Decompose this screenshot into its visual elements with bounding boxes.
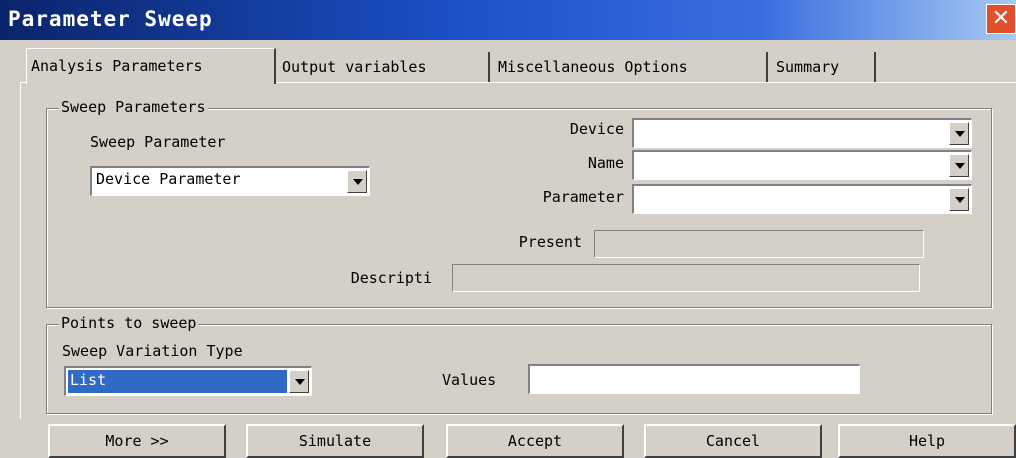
- close-button[interactable]: ✕: [986, 4, 1016, 34]
- cancel-button[interactable]: Cancel: [644, 424, 822, 458]
- sweep-variation-type-value: List: [68, 370, 287, 393]
- close-icon: ✕: [991, 6, 1011, 31]
- chevron-down-icon[interactable]: [347, 170, 367, 193]
- tab-label: Miscellaneous Options: [498, 58, 688, 76]
- sweep-variation-type-select[interactable]: List: [64, 366, 312, 396]
- points-to-sweep-title: Points to sweep: [59, 314, 199, 332]
- sweep-parameter-label: Sweep Parameter: [90, 133, 226, 151]
- name-label: Name: [587, 154, 624, 172]
- title-bar: Parameter Sweep ✕: [0, 0, 1016, 40]
- chevron-down-icon[interactable]: [949, 188, 969, 211]
- sweep-parameter-select[interactable]: Device Parameter: [90, 166, 370, 196]
- present-label: Present: [518, 233, 582, 251]
- tab-label: Analysis Parameters: [31, 57, 203, 75]
- chevron-down-icon[interactable]: [949, 122, 969, 145]
- accept-button[interactable]: Accept: [446, 424, 624, 458]
- sweep-parameter-value: Device Parameter: [96, 170, 241, 188]
- tab-analysis-parameters[interactable]: Analysis Parameters: [26, 48, 276, 84]
- chevron-down-icon[interactable]: [289, 370, 309, 393]
- parameter-select[interactable]: [632, 184, 972, 214]
- more-button[interactable]: More >>: [48, 424, 226, 458]
- tab-miscellaneous-options[interactable]: Miscellaneous Options: [494, 52, 768, 82]
- tab-label: Summary: [776, 58, 840, 76]
- parameter-label: Parameter: [542, 188, 624, 206]
- present-value-field: [594, 230, 924, 258]
- sweep-variation-type-label: Sweep Variation Type: [62, 342, 243, 360]
- description-value-field: [452, 264, 920, 292]
- device-select[interactable]: [632, 118, 972, 148]
- values-label: Values: [442, 371, 497, 389]
- help-button[interactable]: Help: [838, 424, 1016, 458]
- window-title: Parameter Sweep: [8, 7, 213, 31]
- tab-output-variables[interactable]: Output variables: [278, 52, 490, 82]
- description-label: Descripti: [350, 269, 432, 287]
- name-select[interactable]: [632, 150, 972, 180]
- device-label: Device: [569, 120, 624, 138]
- tab-summary[interactable]: Summary: [772, 52, 876, 82]
- simulate-button[interactable]: Simulate: [246, 424, 424, 458]
- chevron-down-icon[interactable]: [949, 154, 969, 177]
- tab-label: Output variables: [282, 58, 427, 76]
- values-input[interactable]: [528, 364, 860, 394]
- sweep-parameters-title: Sweep Parameters: [59, 98, 208, 116]
